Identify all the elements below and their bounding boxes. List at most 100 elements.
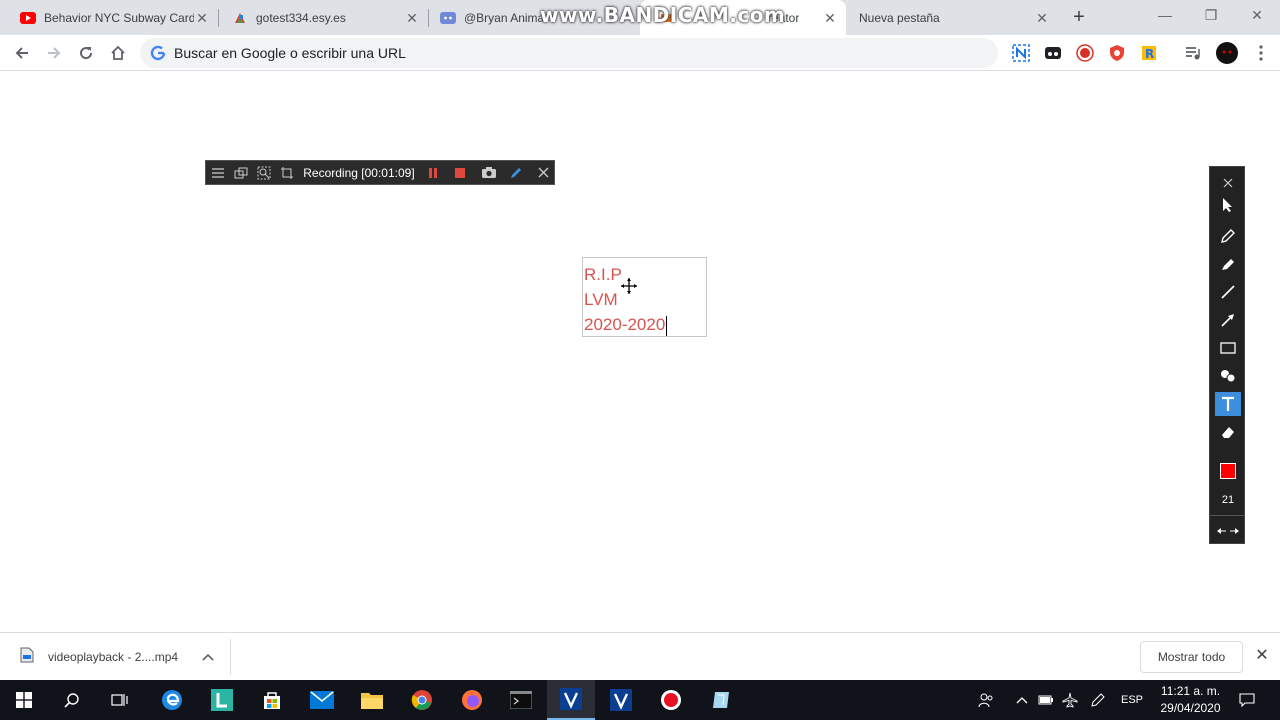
pause-icon[interactable] [423,162,444,184]
chevron-up-tray-icon[interactable] [1012,680,1032,720]
window-mode-icon[interactable] [230,162,251,184]
close-icon[interactable] [533,162,554,184]
arrow-tool-icon[interactable] [1215,308,1241,332]
restore-icon[interactable]: ❐ [1188,0,1234,30]
line-tool-icon[interactable] [1215,280,1241,304]
youtube-icon [20,10,36,26]
text-tool-icon[interactable] [1215,392,1241,416]
edge-icon[interactable] [148,680,196,720]
windows-taskbar: ESP 11:21 a. m. 29/04/2020 [0,680,1280,720]
browser-toolbar: Buscar en Google o escribir una URL R [0,35,1280,71]
text-line-1: R.I.P [584,265,622,284]
window-close-icon[interactable]: ✕ [1234,0,1280,30]
colorful-favicon-icon [232,10,248,26]
tab-close-icon[interactable]: ✕ [1034,10,1050,26]
recording-status: Recording [00:01:09] [303,165,415,180]
chevron-up-icon[interactable] [202,650,214,664]
camera-icon[interactable] [479,162,500,184]
extension-n-icon[interactable] [1011,43,1031,63]
stop-icon[interactable] [450,162,471,184]
tab-close-icon[interactable]: ✕ [822,10,838,26]
drawn-text-box[interactable]: R.I.P LVM 2020-2020 [582,257,707,337]
terminal-icon[interactable] [497,680,545,720]
highlighter-tool-icon[interactable] [1215,252,1241,276]
tab-title: gotest334.esy.es [256,10,346,25]
bandicam-icon[interactable] [647,680,695,720]
panel-close-icon[interactable] [1215,171,1241,195]
download-item[interactable]: videoplayback - 2....mp4 [20,647,214,666]
airplane-mode-icon[interactable] [1060,680,1080,720]
video-file-icon [20,647,34,666]
zoom-region-icon[interactable] [253,162,274,184]
text-caret [666,315,668,336]
bandicam-watermark: www.BANDICAM.com [540,3,786,27]
forward-arrow-icon[interactable] [40,39,68,67]
eraser-tool-icon[interactable] [1215,420,1241,444]
menu-kebab-icon[interactable] [1251,43,1271,63]
people-icon[interactable] [974,680,998,720]
system-clock[interactable]: 11:21 a. m. 29/04/2020 [1148,683,1233,717]
region-select-icon[interactable] [276,162,297,184]
pen-tool-icon[interactable] [1215,224,1241,248]
tab-youtube[interactable]: Behavior NYC Subway Card ✕ [0,0,218,35]
clock-date: 29/04/2020 [1160,701,1221,715]
extension-mask-icon[interactable] [1043,43,1063,63]
record-extension-icon[interactable] [1075,43,1095,63]
tab-close-icon[interactable]: ✕ [194,10,210,26]
reload-icon[interactable] [72,39,100,67]
move-cursor-icon [620,277,638,295]
shield-icon[interactable] [1107,43,1127,63]
download-shelf: videoplayback - 2....mp4 Mostrar todo ✕ [0,632,1280,680]
tab-title: Nueva pestaña [859,10,940,25]
drawing-panel: 21 [1209,166,1245,544]
firefox-icon[interactable] [448,680,496,720]
l-app-icon[interactable] [198,680,246,720]
discord-icon [440,10,456,26]
mail-icon[interactable] [298,680,346,720]
crystal-app-icon[interactable] [697,680,745,720]
rectangle-tool-icon[interactable] [1215,336,1241,360]
text-line-3: 2020-2020 [584,315,666,334]
store-icon[interactable] [248,680,296,720]
pen-workspace-icon[interactable] [1088,680,1108,720]
minimize-icon[interactable]: — [1142,0,1188,30]
tab-title: Behavior NYC Subway Card [44,10,194,25]
recorder-toolbar: Recording [00:01:09] [205,160,555,185]
menu-icon[interactable] [207,162,228,184]
svg-text:R: R [1145,47,1154,61]
show-all-button[interactable]: Mostrar todo [1140,641,1243,673]
clock-time: 11:21 a. m. [1160,684,1221,698]
task-view-icon[interactable] [96,680,144,720]
tab-close-icon[interactable]: ✕ [404,10,420,26]
chrome-icon[interactable] [398,680,446,720]
language-indicator[interactable]: ESP [1118,680,1146,720]
folder-icon[interactable] [348,680,396,720]
download-separator [230,639,231,675]
notifications-icon[interactable] [1236,680,1258,720]
tab-title: @Bryan Anima [464,10,545,25]
vegas-app-icon[interactable] [547,680,595,720]
back-arrow-icon[interactable] [8,39,36,67]
extension-r-icon[interactable]: R [1139,43,1159,63]
numbering-tool-icon[interactable] [1215,364,1241,388]
new-tab-button[interactable]: + [1068,6,1090,28]
resize-arrows-icon[interactable] [1215,519,1241,543]
omnibox[interactable]: Buscar en Google o escribir una URL [140,38,998,68]
close-download-shelf-icon[interactable]: ✕ [1253,647,1271,665]
tab-new-page[interactable]: Nueva pestaña ✕ [846,0,1058,35]
search-icon[interactable] [48,680,96,720]
text-line-2: LVM [584,290,618,309]
pointer-tool-icon[interactable] [1215,193,1241,217]
windows-start-icon[interactable] [0,680,48,720]
google-icon [150,45,166,61]
media-queue-icon[interactable] [1183,43,1203,63]
vegas-app-2-icon[interactable] [597,680,645,720]
tab-gotest[interactable]: gotest334.esy.es ✕ [212,0,428,35]
download-filename: videoplayback - 2....mp4 [48,649,179,664]
home-icon[interactable] [104,39,132,67]
color-swatch[interactable] [1215,459,1241,483]
avatar[interactable] [1215,41,1239,65]
battery-icon[interactable] [1036,680,1056,720]
size-value[interactable]: 21 [1215,488,1241,512]
pencil-icon[interactable] [506,162,527,184]
